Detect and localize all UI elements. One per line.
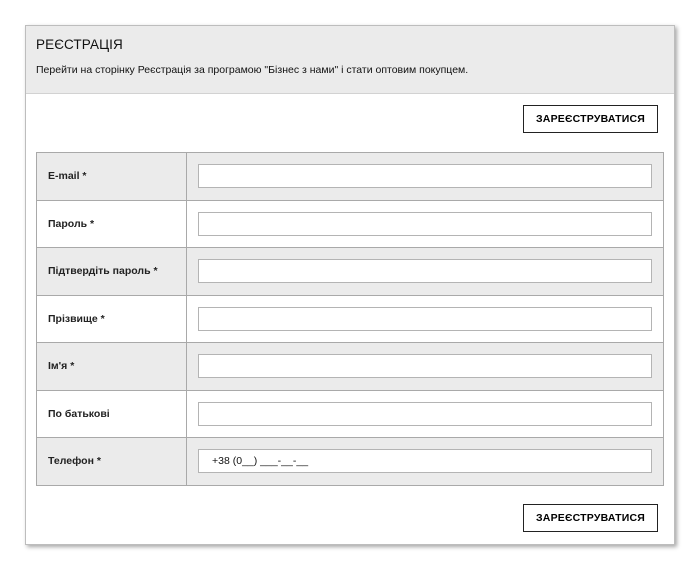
form-row-password: Пароль *	[36, 199, 664, 248]
phone-field[interactable]	[198, 449, 652, 474]
surname-label: Прізвище *	[36, 294, 187, 343]
name-field[interactable]	[198, 354, 652, 379]
form-row-phone: Телефон *	[36, 437, 664, 486]
registration-form: E-mail * Пароль * Підтвердіть пароль * П…	[36, 152, 664, 486]
form-row-surname: Прізвище *	[36, 294, 664, 343]
panel-header: РЕЄСТРАЦІЯ Перейти на сторінку Реєстраці…	[26, 26, 674, 94]
confirm-password-label: Підтвердіть пароль *	[36, 247, 187, 296]
form-row-email: E-mail *	[36, 152, 664, 201]
registration-panel: РЕЄСТРАЦІЯ Перейти на сторінку Реєстраці…	[25, 25, 675, 545]
password-field[interactable]	[198, 211, 652, 236]
form-row-confirm-password: Підтвердіть пароль *	[36, 247, 664, 296]
form-row-name: Ім'я *	[36, 342, 664, 391]
form-row-patronymic: По батькові	[36, 389, 664, 438]
phone-label: Телефон *	[36, 437, 187, 486]
confirm-password-field[interactable]	[198, 259, 652, 284]
surname-field[interactable]	[198, 306, 652, 331]
patronymic-label: По батькові	[36, 389, 187, 438]
page-description: Перейти на сторінку Реєстрація за програ…	[36, 64, 469, 76]
page-title: РЕЄСТРАЦІЯ	[36, 37, 123, 52]
patronymic-field[interactable]	[198, 401, 652, 426]
register-button-bottom[interactable]: ЗАРЕЄСТРУВАТИСЯ	[523, 504, 658, 532]
register-button-top[interactable]: ЗАРЕЄСТРУВАТИСЯ	[523, 105, 658, 133]
email-field[interactable]	[198, 164, 652, 189]
name-label: Ім'я *	[36, 342, 187, 391]
email-label: E-mail *	[36, 152, 187, 201]
password-label: Пароль *	[36, 199, 187, 248]
